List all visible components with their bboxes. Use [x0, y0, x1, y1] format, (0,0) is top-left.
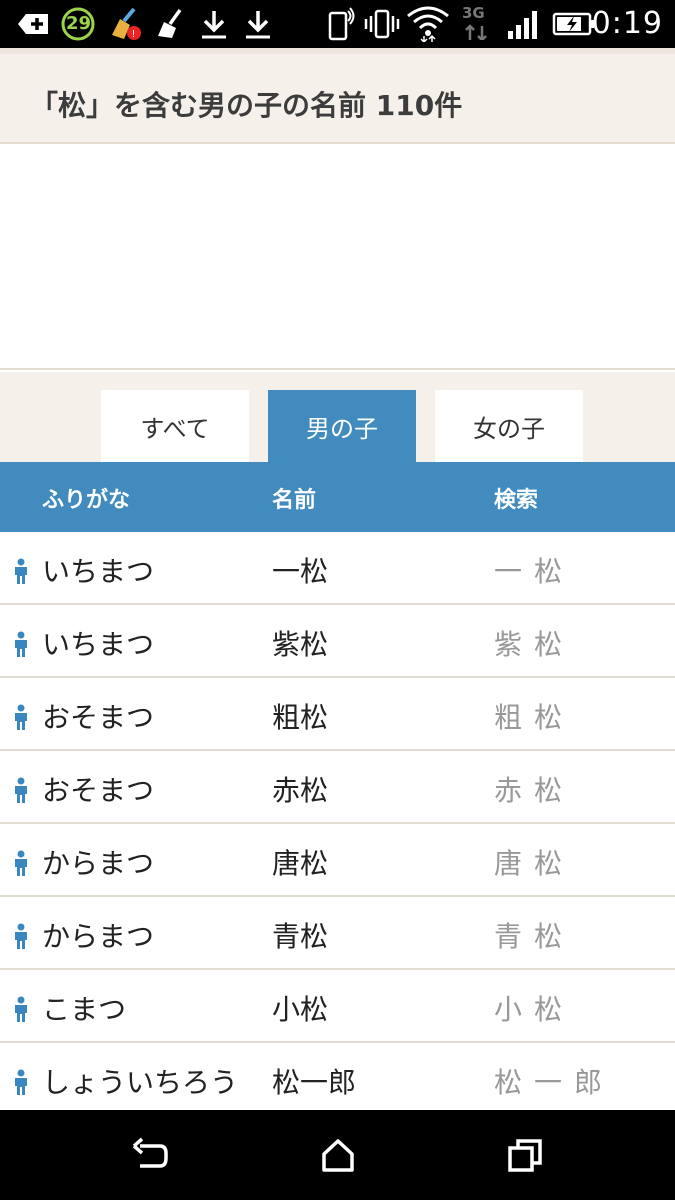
furigana-cell: からまつ: [42, 920, 155, 953]
tab-bar: すべて 男の子 女の子: [0, 372, 675, 462]
plus-icon: [14, 8, 50, 40]
search-kanji-link[interactable]: 松: [534, 774, 562, 807]
nfc-phone-icon: [326, 7, 356, 41]
search-cell: 唐松: [494, 842, 574, 882]
furigana-cell: しょういちろう: [42, 1066, 239, 1099]
search-kanji-link[interactable]: 粗: [494, 701, 522, 734]
furigana-cell: おそまつ: [42, 774, 155, 807]
battery-charging-icon: [552, 8, 596, 40]
page-title: 「松」を含む男の子の名前 110件: [30, 89, 463, 122]
search-cell: 青松: [494, 915, 574, 955]
recents-icon[interactable]: [505, 1136, 545, 1176]
name-cell: 赤松: [272, 774, 329, 807]
search-kanji-link[interactable]: 小: [494, 993, 522, 1026]
3g-icon: 3G: [460, 4, 492, 40]
search-kanji-link[interactable]: 松: [534, 701, 562, 734]
notification-count-icon: 29: [58, 7, 98, 41]
search-kanji-link[interactable]: 松: [534, 628, 562, 661]
back-icon[interactable]: [130, 1136, 170, 1176]
search-kanji-link[interactable]: 松: [534, 555, 562, 588]
table-row[interactable]: からまつ 青松青松: [0, 897, 675, 970]
table-row[interactable]: こまつ 小松小松: [0, 970, 675, 1043]
male-person-icon: [12, 1069, 30, 1095]
table-row[interactable]: おそまつ 粗松粗松: [0, 678, 675, 751]
search-cell: 赤松: [494, 769, 574, 809]
clock: 0:19: [591, 6, 663, 41]
male-person-icon: [12, 850, 30, 876]
search-kanji-link[interactable]: 青: [494, 920, 522, 953]
page-header: 「松」を含む男の子の名前 110件: [0, 48, 675, 144]
search-kanji-link[interactable]: 松: [534, 847, 562, 880]
notification-count: 29: [66, 13, 92, 34]
name-cell: 青松: [272, 920, 329, 953]
svg-text:!: !: [132, 29, 136, 40]
furigana-cell: いちまつ: [42, 628, 155, 661]
search-kanji-link[interactable]: 赤: [494, 774, 522, 807]
search-kanji-link[interactable]: 郎: [574, 1066, 602, 1099]
furigana-cell: こまつ: [42, 993, 127, 1026]
table-row[interactable]: からまつ 唐松唐松: [0, 824, 675, 897]
search-kanji-link[interactable]: 松: [494, 1066, 522, 1099]
search-cell: 松一郎: [494, 1061, 614, 1101]
search-kanji-link[interactable]: 唐: [494, 847, 522, 880]
furigana-cell: いちまつ: [42, 555, 155, 588]
search-kanji-link[interactable]: 紫: [494, 628, 522, 661]
table-row[interactable]: いちまつ 紫松紫松: [0, 605, 675, 678]
search-kanji-link[interactable]: 松: [534, 993, 562, 1026]
wifi-icon: [406, 6, 450, 42]
home-icon[interactable]: [318, 1136, 358, 1176]
download-icon: [198, 8, 230, 40]
column-header-name: 名前: [272, 488, 317, 513]
status-bar: 29 ! 3G 0:19: [0, 0, 675, 48]
signal-icon: [506, 8, 542, 40]
search-cell: 紫松: [494, 623, 574, 663]
tab-all[interactable]: すべて: [101, 390, 249, 462]
broom-icon: [154, 8, 186, 40]
name-cell: 一松: [272, 555, 329, 588]
search-kanji-link[interactable]: 一: [534, 1066, 562, 1099]
cleaner-icon: !: [106, 7, 142, 40]
search-cell: 一松: [494, 550, 574, 590]
search-cell: 小松: [494, 988, 574, 1028]
table-row[interactable]: しょういちろう 松一郎松一郎: [0, 1043, 675, 1116]
search-kanji-link[interactable]: 松: [534, 920, 562, 953]
download-icon: [242, 8, 274, 40]
male-person-icon: [12, 558, 30, 584]
furigana-cell: おそまつ: [42, 701, 155, 734]
navigation-bar: [0, 1110, 675, 1200]
search-cell: 粗松: [494, 696, 574, 736]
tab-girls[interactable]: 女の子: [435, 390, 583, 462]
name-cell: 小松: [272, 993, 329, 1026]
vibrate-icon: [364, 8, 400, 40]
table-row[interactable]: いちまつ 一松一松: [0, 532, 675, 605]
name-cell: 松一郎: [272, 1066, 357, 1099]
table-header: ふりがな 名前 検索: [0, 462, 675, 532]
search-kanji-link[interactable]: 一: [494, 555, 522, 588]
name-cell: 粗松: [272, 701, 329, 734]
male-person-icon: [12, 923, 30, 949]
name-cell: 紫松: [272, 628, 329, 661]
column-header-furigana: ふりがな: [42, 488, 131, 513]
table-row[interactable]: おそまつ 赤松赤松: [0, 751, 675, 824]
tab-boys[interactable]: 男の子: [268, 390, 416, 462]
male-person-icon: [12, 777, 30, 803]
male-person-icon: [12, 631, 30, 657]
column-header-search: 検索: [494, 488, 539, 513]
furigana-cell: からまつ: [42, 847, 155, 880]
name-cell: 唐松: [272, 847, 329, 880]
male-person-icon: [12, 704, 30, 730]
blank-area: [0, 146, 675, 370]
male-person-icon: [12, 996, 30, 1022]
